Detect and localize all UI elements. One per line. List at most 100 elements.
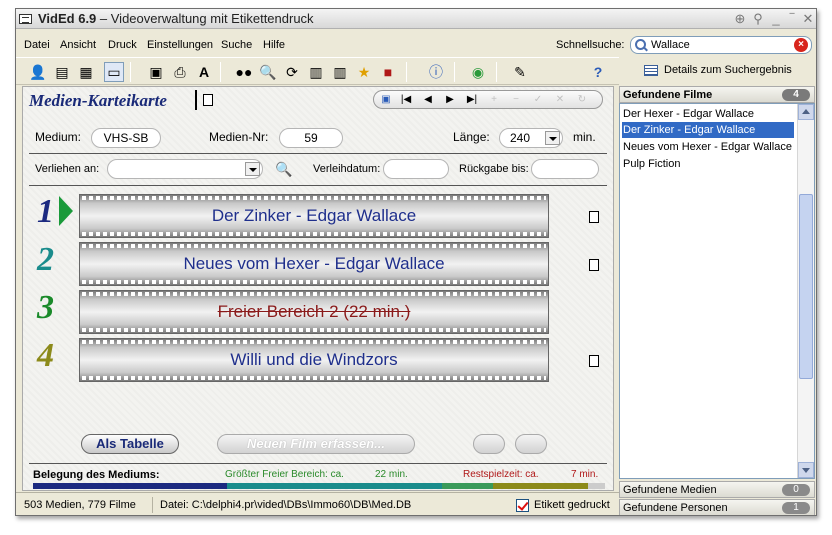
- reload-icon[interactable]: ↻: [574, 93, 590, 107]
- status-separator: [152, 497, 153, 513]
- current-slot-arrow-icon: [59, 196, 73, 226]
- info-icon[interactable]: ⓘ: [426, 62, 446, 82]
- medium-field[interactable]: VHS-SB: [91, 128, 161, 148]
- film-title: Freier Bereich 2 (22 min.): [217, 302, 411, 321]
- bookshelf-icon[interactable]: ▥: [306, 62, 326, 82]
- found-persons-label: Gefundene Personen: [623, 502, 728, 514]
- minimize-icon[interactable]: _: [768, 11, 784, 27]
- search-tool-icon[interactable]: 🔍: [258, 62, 278, 82]
- star-icon[interactable]: ★: [354, 62, 374, 82]
- film-slot[interactable]: Der Zinker - Edgar Wallace: [79, 194, 549, 238]
- document-icon[interactable]: [589, 211, 599, 223]
- clear-search-icon[interactable]: ×: [794, 38, 808, 52]
- found-films-header[interactable]: Gefundene Filme 4: [619, 86, 815, 103]
- print-icon[interactable]: ⎙: [170, 62, 190, 82]
- details-label: Details zum Suchergebnis: [664, 64, 792, 76]
- computer-icon[interactable]: ▣: [146, 62, 166, 82]
- move-up-button[interactable]: [473, 434, 505, 454]
- details-button[interactable]: Details zum Suchergebnis: [644, 61, 792, 79]
- move-down-button[interactable]: [515, 434, 547, 454]
- bookshelf-alt-icon[interactable]: ▥: [330, 62, 350, 82]
- app-icon: [19, 14, 32, 24]
- quicksearch-input[interactable]: [651, 38, 791, 52]
- verleihdatum-field[interactable]: [383, 159, 449, 179]
- person-icon[interactable]: 👤: [28, 62, 48, 82]
- etikett-label: Etikett gedruckt: [534, 499, 610, 511]
- table-view-icon[interactable]: ▦: [76, 62, 96, 82]
- font-icon[interactable]: A: [194, 62, 214, 82]
- rest-time-value: 7 min.: [571, 469, 599, 480]
- notepad-icon[interactable]: ✎: [510, 62, 530, 82]
- slot-number: 1: [37, 193, 54, 230]
- scroll-up-icon[interactable]: [798, 104, 814, 120]
- document-icon[interactable]: [589, 259, 599, 271]
- etikett-checkbox[interactable]: [516, 499, 529, 512]
- tape-icon[interactable]: ●●: [234, 62, 254, 82]
- menu-suche[interactable]: Suche: [221, 39, 252, 51]
- dice-icon[interactable]: ■: [378, 62, 398, 82]
- menu-einstellungen[interactable]: Einstellungen: [147, 39, 213, 51]
- menu-hilfe[interactable]: Hilfe: [263, 39, 285, 51]
- media-nr-field[interactable]: 59: [279, 128, 343, 148]
- status-bar: 503 Medien, 779 Filme Datei: C:\delphi4.…: [16, 492, 619, 515]
- list-item[interactable]: Pulp Fiction: [622, 156, 794, 172]
- globe-icon[interactable]: ◉: [468, 62, 488, 82]
- record-navigator: ▣ |◀ ◀ ▶ ▶| + − ✓ ✕ ↻: [373, 90, 603, 109]
- search-icon[interactable]: ⚲: [750, 11, 766, 27]
- list-item[interactable]: Der Zinker - Edgar Wallace: [622, 122, 794, 138]
- close-icon[interactable]: ✕: [800, 11, 816, 27]
- last-record-icon[interactable]: ▶|: [464, 93, 480, 107]
- film-perforation: [82, 340, 546, 344]
- help-icon[interactable]: ?: [588, 62, 608, 82]
- prev-record-icon[interactable]: ◀: [420, 93, 436, 107]
- rueckgabe-field[interactable]: [531, 159, 599, 179]
- film-slot[interactable]: Neues vom Hexer - Edgar Wallace: [79, 242, 549, 286]
- lookup-icon[interactable]: 🔍: [275, 161, 292, 178]
- film-title: Neues vom Hexer - Edgar Wallace: [183, 254, 445, 273]
- laenge-label: Länge:: [453, 130, 490, 144]
- delete-icon[interactable]: −: [508, 93, 524, 107]
- chevron-down-icon[interactable]: [545, 131, 560, 145]
- pin-icon[interactable]: ⊕: [732, 11, 748, 27]
- menu-druck[interactable]: Druck: [108, 39, 137, 51]
- confirm-icon[interactable]: ✓: [530, 93, 546, 107]
- film-perforation: [82, 376, 546, 380]
- scroll-down-icon[interactable]: [798, 462, 814, 478]
- chevron-down-icon[interactable]: [245, 162, 260, 176]
- media-nr-label: Medien-Nr:: [209, 130, 269, 144]
- scrollbar[interactable]: [797, 104, 814, 478]
- next-record-icon[interactable]: ▶: [442, 93, 458, 107]
- list-item[interactable]: Neues vom Hexer - Edgar Wallace: [622, 139, 794, 155]
- list-item[interactable]: Der Hexer - Edgar Wallace: [622, 106, 794, 122]
- results-panel: Gefundene Filme 4 Der Hexer - Edgar Wall…: [619, 86, 816, 515]
- verliehen-select[interactable]: [107, 159, 263, 179]
- insert-icon[interactable]: +: [486, 93, 502, 107]
- cancel-icon[interactable]: ✕: [552, 93, 568, 107]
- document-icon[interactable]: [203, 94, 213, 106]
- rest-time-label: Restspielzeit: ca.: [463, 469, 539, 480]
- found-films-label: Gefundene Filme: [623, 89, 713, 101]
- new-film-button[interactable]: Neuen Film erfassen...: [217, 434, 415, 454]
- film-slot[interactable]: Willi und die Windzors: [79, 338, 549, 382]
- document-icon[interactable]: [589, 355, 599, 367]
- quicksearch-field[interactable]: ×: [630, 36, 812, 54]
- found-media-header[interactable]: Gefundene Medien 0: [619, 481, 815, 498]
- menu-datei[interactable]: Datei: [24, 39, 50, 51]
- film-view-icon[interactable]: ▭: [104, 62, 124, 82]
- found-media-label: Gefundene Medien: [623, 484, 717, 496]
- refresh-icon[interactable]: ⟳: [282, 62, 302, 82]
- maximize-icon[interactable]: ‾: [784, 11, 800, 27]
- medium-row: Medium: VHS-SB Medien-Nr: 59 Länge: 240 …: [29, 127, 607, 151]
- divider: [29, 463, 607, 464]
- new-record-icon[interactable]: ▣: [378, 93, 394, 107]
- card-view-icon[interactable]: ▤: [52, 62, 72, 82]
- laenge-select[interactable]: 240: [499, 128, 563, 148]
- table-view-button[interactable]: Als Tabelle: [81, 434, 179, 454]
- first-record-icon[interactable]: |◀: [398, 93, 414, 107]
- scrollbar-thumb[interactable]: [799, 194, 813, 379]
- toolbar-separator: [406, 62, 407, 82]
- found-persons-header[interactable]: Gefundene Personen 1: [619, 499, 815, 515]
- menu-ansicht[interactable]: Ansicht: [60, 39, 96, 51]
- film-slot[interactable]: Freier Bereich 2 (22 min.): [79, 290, 549, 334]
- divider: [29, 153, 607, 154]
